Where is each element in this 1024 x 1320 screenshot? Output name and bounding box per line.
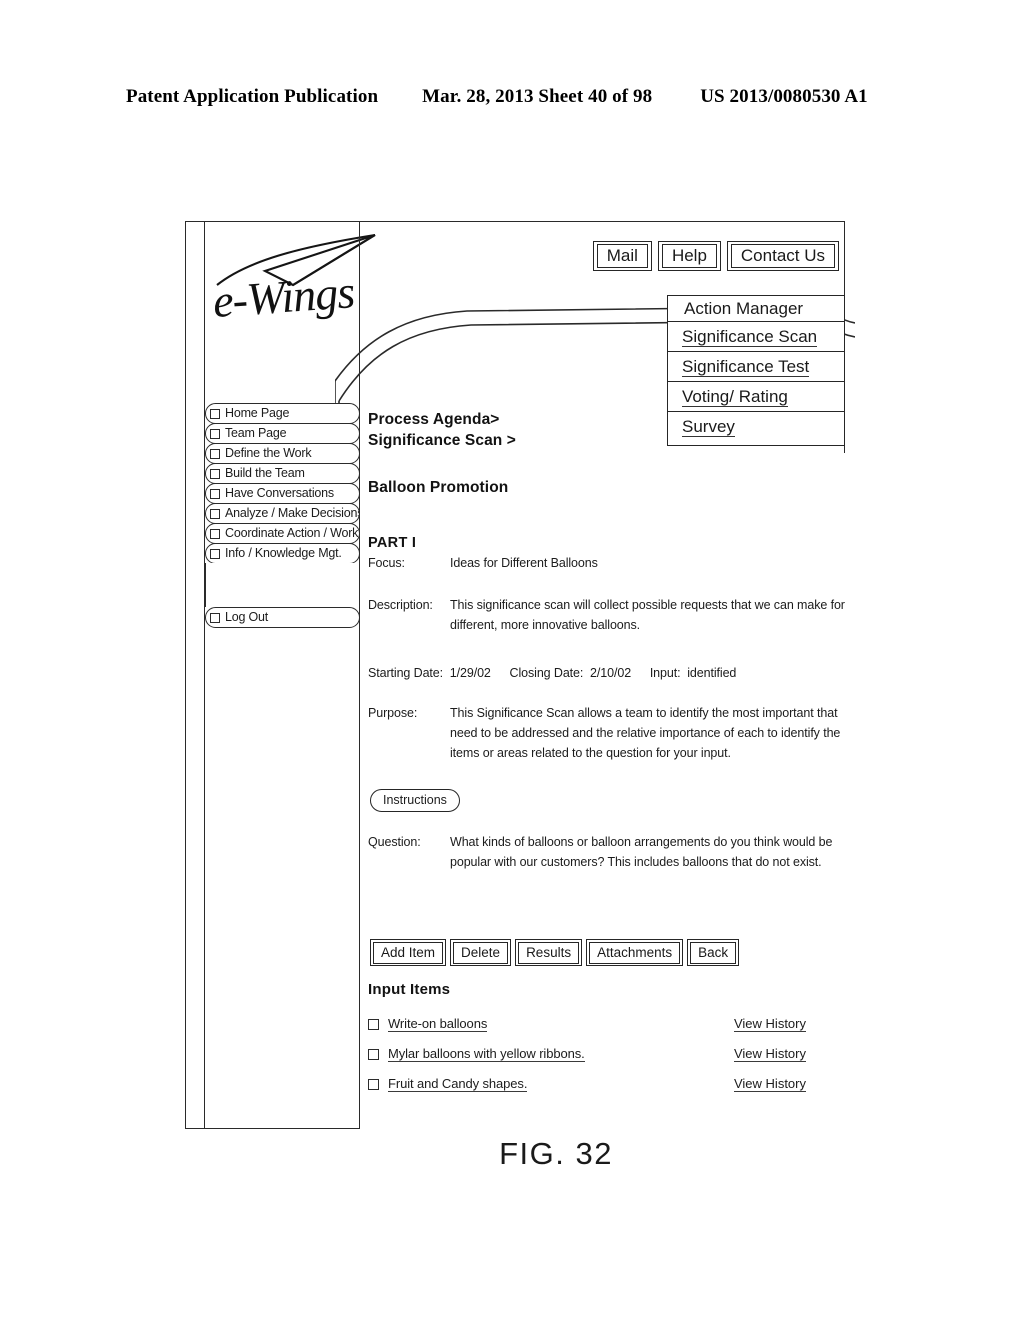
list-item-label[interactable]: Mylar balloons with yellow ribbons. (388, 1046, 585, 1062)
closing-date-value: 2/10/02 (590, 666, 632, 680)
list-item[interactable]: Write-on balloons View History (368, 1009, 838, 1039)
question-value: What kinds of balloons or balloon arrang… (450, 835, 833, 869)
sidebar-item-info-knowledge-mgt[interactable]: Info / Knowledge Mgt. (205, 543, 360, 564)
back-button-label: Back (690, 941, 737, 964)
closing-date-key: Closing Date: (509, 666, 584, 680)
view-history-link[interactable]: View History (733, 1046, 806, 1062)
sidebar-item-build-the-team-label: Build the Team (225, 466, 305, 480)
sidebar-item-analyze-make-decisions[interactable]: Analyze / Make Decisions (205, 503, 360, 524)
list-item[interactable]: Mylar balloons with yellow ribbons. View… (368, 1039, 838, 1069)
add-item-button-label: Add Item (373, 941, 444, 964)
dates-row: Starting Date: 1/29/02 Closing Date: 2/1… (368, 663, 736, 683)
instructions-button[interactable]: Instructions (370, 789, 460, 812)
input-value: identified (687, 666, 737, 680)
back-button[interactable]: Back (687, 939, 740, 966)
add-item-button[interactable]: Add Item (370, 939, 447, 966)
figure-caption: FIG. 32 (0, 1136, 1024, 1172)
checkbox-icon[interactable] (210, 448, 220, 459)
input-items-heading: Input Items (368, 981, 451, 998)
starting-date-value: 1/29/02 (449, 666, 491, 680)
sidebar-item-home-page[interactable]: Home Page (205, 403, 360, 424)
page-title: Balloon Promotion (368, 479, 509, 496)
purpose-key: Purpose: (368, 706, 418, 720)
sidebar-item-coordinate-action-workflow-label: Coordinate Action / Workflow (225, 526, 359, 540)
sidebar-menu: Home Page Team Page Define the Work Buil… (205, 403, 360, 628)
sidebar-item-coordinate-action-workflow[interactable]: Coordinate Action / Workflow (205, 523, 360, 544)
action-button-bar: Add Item Delete Results Attachments Back (370, 939, 740, 966)
checkbox-icon[interactable] (368, 1018, 379, 1030)
patent-page-header: Patent Application Publication Mar. 28, … (126, 86, 886, 108)
checkbox-icon[interactable] (210, 488, 220, 499)
action-manager-header: Action Manager (667, 295, 845, 321)
sidebar-item-have-conversations-label: Have Conversations (225, 486, 334, 500)
input-items-list: Write-on balloons View History Mylar bal… (368, 1009, 838, 1099)
view-history-link[interactable]: View History (733, 1016, 806, 1032)
publication-label: Patent Application Publication (126, 86, 379, 107)
publication-date-sheet: Mar. 28, 2013 Sheet 40 of 98 (422, 86, 653, 107)
sidebar-item-info-knowledge-mgt-label: Info / Knowledge Mgt. (225, 546, 342, 560)
sidebar-item-team-page[interactable]: Team Page (205, 423, 360, 444)
sidebar-item-log-out[interactable]: Log Out (205, 607, 360, 628)
left-sidebar: Home Page Team Page Define the Work Buil… (205, 221, 360, 1129)
attachments-button[interactable]: Attachments (586, 939, 684, 966)
sidebar-item-have-conversations[interactable]: Have Conversations (205, 483, 360, 504)
checkbox-icon[interactable] (210, 408, 220, 419)
input-key: Input: (649, 666, 681, 680)
list-item[interactable]: Fruit and Candy shapes. View History (368, 1069, 838, 1099)
purpose-row: Purpose: This Significance Scan allows a… (368, 703, 846, 763)
sidebar-item-build-the-team[interactable]: Build the Team (205, 463, 360, 484)
checkbox-icon[interactable] (368, 1048, 379, 1060)
checkbox-icon[interactable] (210, 508, 220, 519)
focus-row: Focus: Ideas for Different Balloons (368, 553, 846, 573)
sidebar-item-log-out-label: Log Out (225, 610, 269, 624)
figure-caption-text: FIG. 32 (499, 1136, 613, 1171)
sidebar-item-team-page-label: Team Page (225, 426, 287, 440)
sidebar-item-define-the-work-label: Define the Work (225, 446, 312, 460)
application-window: e-Wings Mail Help Contact Us Action Mana… (185, 221, 855, 1129)
results-button[interactable]: Results (515, 939, 583, 966)
left-gutter-column (185, 221, 205, 1129)
delete-button-label: Delete (453, 941, 509, 964)
list-item-label[interactable]: Write-on balloons (388, 1016, 487, 1032)
question-key: Question: (368, 835, 421, 849)
description-value: This significance scan will collect poss… (450, 598, 845, 632)
attachments-button-label: Attachments (589, 941, 681, 964)
part-label: PART I (368, 535, 417, 551)
breadcrumb-line-1[interactable]: Process Agenda> (368, 409, 516, 430)
checkbox-icon[interactable] (210, 428, 220, 439)
description-key: Description: (368, 598, 433, 612)
checkbox-icon[interactable] (210, 528, 220, 539)
delete-button[interactable]: Delete (450, 939, 512, 966)
focus-key: Focus: (368, 556, 405, 570)
focus-value: Ideas for Different Balloons (450, 556, 598, 570)
sidebar-item-home-page-label: Home Page (225, 406, 290, 420)
view-history-link[interactable]: View History (733, 1076, 806, 1092)
checkbox-icon[interactable] (368, 1078, 379, 1090)
sidebar-item-analyze-make-decisions-label: Analyze / Make Decisions (225, 506, 360, 520)
checkbox-icon[interactable] (210, 612, 220, 623)
question-row: Question: What kinds of balloons or ball… (368, 832, 846, 872)
sidebar-item-define-the-work[interactable]: Define the Work (205, 443, 360, 464)
starting-date-key: Starting Date: (368, 666, 444, 680)
publication-number: US 2013/0080530 A1 (700, 86, 868, 107)
purpose-value: This Significance Scan allows a team to … (450, 706, 841, 760)
main-content: Process Agenda> Significance Scan > Ball… (361, 221, 845, 1129)
list-item-label[interactable]: Fruit and Candy shapes. (388, 1076, 527, 1092)
checkbox-icon[interactable] (210, 468, 220, 479)
description-row: Description: This significance scan will… (368, 595, 846, 635)
checkbox-icon[interactable] (210, 548, 220, 559)
breadcrumb-line-2[interactable]: Significance Scan > (368, 430, 516, 451)
results-button-label: Results (518, 941, 580, 964)
breadcrumb: Process Agenda> Significance Scan > (368, 409, 516, 451)
sidebar-spacer (205, 563, 360, 607)
